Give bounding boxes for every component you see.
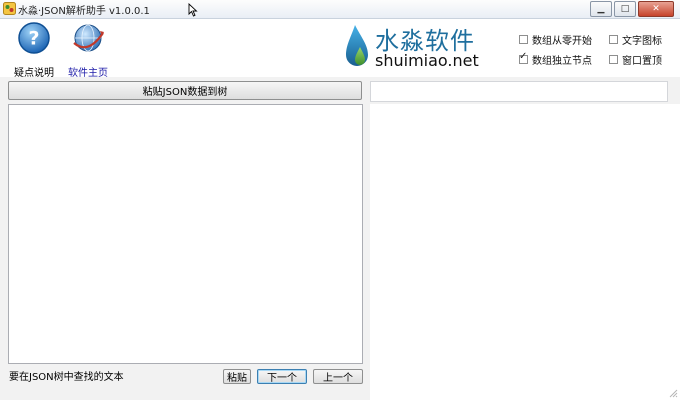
option-label: 文字图标: [622, 35, 662, 47]
json-input-textarea[interactable]: [8, 104, 363, 364]
app-icon: [3, 2, 16, 15]
find-next-button[interactable]: 下一个: [257, 369, 307, 384]
find-previous-button[interactable]: 上一个: [313, 369, 363, 384]
water-drop-logo-icon: [346, 25, 368, 66]
option-text-icon[interactable]: 文字图标: [609, 32, 662, 47]
array-from-zero-checkbox[interactable]: [519, 34, 528, 44]
option-label: 数组独立节点: [532, 55, 592, 67]
close-icon: ✕: [652, 3, 660, 14]
brand-logo: 水淼软件 shuimiao.net: [343, 21, 483, 75]
brand-name-en: shuimiao.net: [375, 51, 479, 70]
window-controls: ▁ □ ✕: [588, 1, 674, 17]
svg-text:?: ?: [28, 28, 39, 50]
window-title: 水淼·JSON解析助手 v1.0.0.1: [18, 6, 150, 17]
mouse-cursor-icon: [188, 3, 198, 17]
minimize-icon: ▁: [597, 3, 605, 14]
tree-search-input[interactable]: [8, 368, 220, 383]
option-label: 数组从零开始: [532, 35, 592, 47]
paste-json-to-tree-button[interactable]: 粘贴JSON数据到树: [8, 81, 362, 100]
help-tool-button[interactable]: ? 疑点说明: [6, 21, 62, 79]
json-tree-view[interactable]: [370, 104, 680, 400]
minimize-button[interactable]: ▁: [590, 1, 612, 17]
text-icon-checkbox[interactable]: [609, 34, 618, 44]
option-label: 窗口置顶: [622, 55, 662, 67]
title-bar[interactable]: 水淼·JSON解析助手 v1.0.0.1 ▁ □ ✕: [0, 0, 680, 19]
maximize-icon: □: [620, 3, 630, 14]
question-icon: ?: [18, 22, 50, 54]
option-window-topmost[interactable]: 窗口置顶: [609, 52, 662, 67]
option-array-separate-node[interactable]: ✓ 数组独立节点: [519, 50, 592, 67]
close-button[interactable]: ✕: [638, 1, 674, 17]
option-array-from-zero[interactable]: 数组从零开始: [519, 32, 592, 47]
checkmark-icon: ✓: [519, 50, 528, 62]
toolbar: ? 疑点说明 软件主页 水淼软件 shuimiao.net 数组从零开始 文字图…: [0, 19, 680, 79]
app-window: 水淼·JSON解析助手 v1.0.0.1 ▁ □ ✕ ? 疑点说明 软件主页 水…: [0, 0, 680, 400]
array-separate-node-checkbox[interactable]: ✓: [519, 50, 528, 64]
help-tool-label: 疑点说明: [14, 68, 54, 79]
resize-grip-icon[interactable]: [668, 388, 678, 398]
globe-icon: [73, 24, 104, 52]
homepage-tool-button[interactable]: 软件主页: [60, 21, 116, 79]
homepage-tool-label: 软件主页: [68, 68, 108, 79]
node-path-field[interactable]: [370, 81, 668, 102]
maximize-button[interactable]: □: [614, 1, 636, 17]
search-paste-button[interactable]: 粘贴: [223, 369, 251, 384]
window-topmost-checkbox[interactable]: [609, 54, 618, 64]
